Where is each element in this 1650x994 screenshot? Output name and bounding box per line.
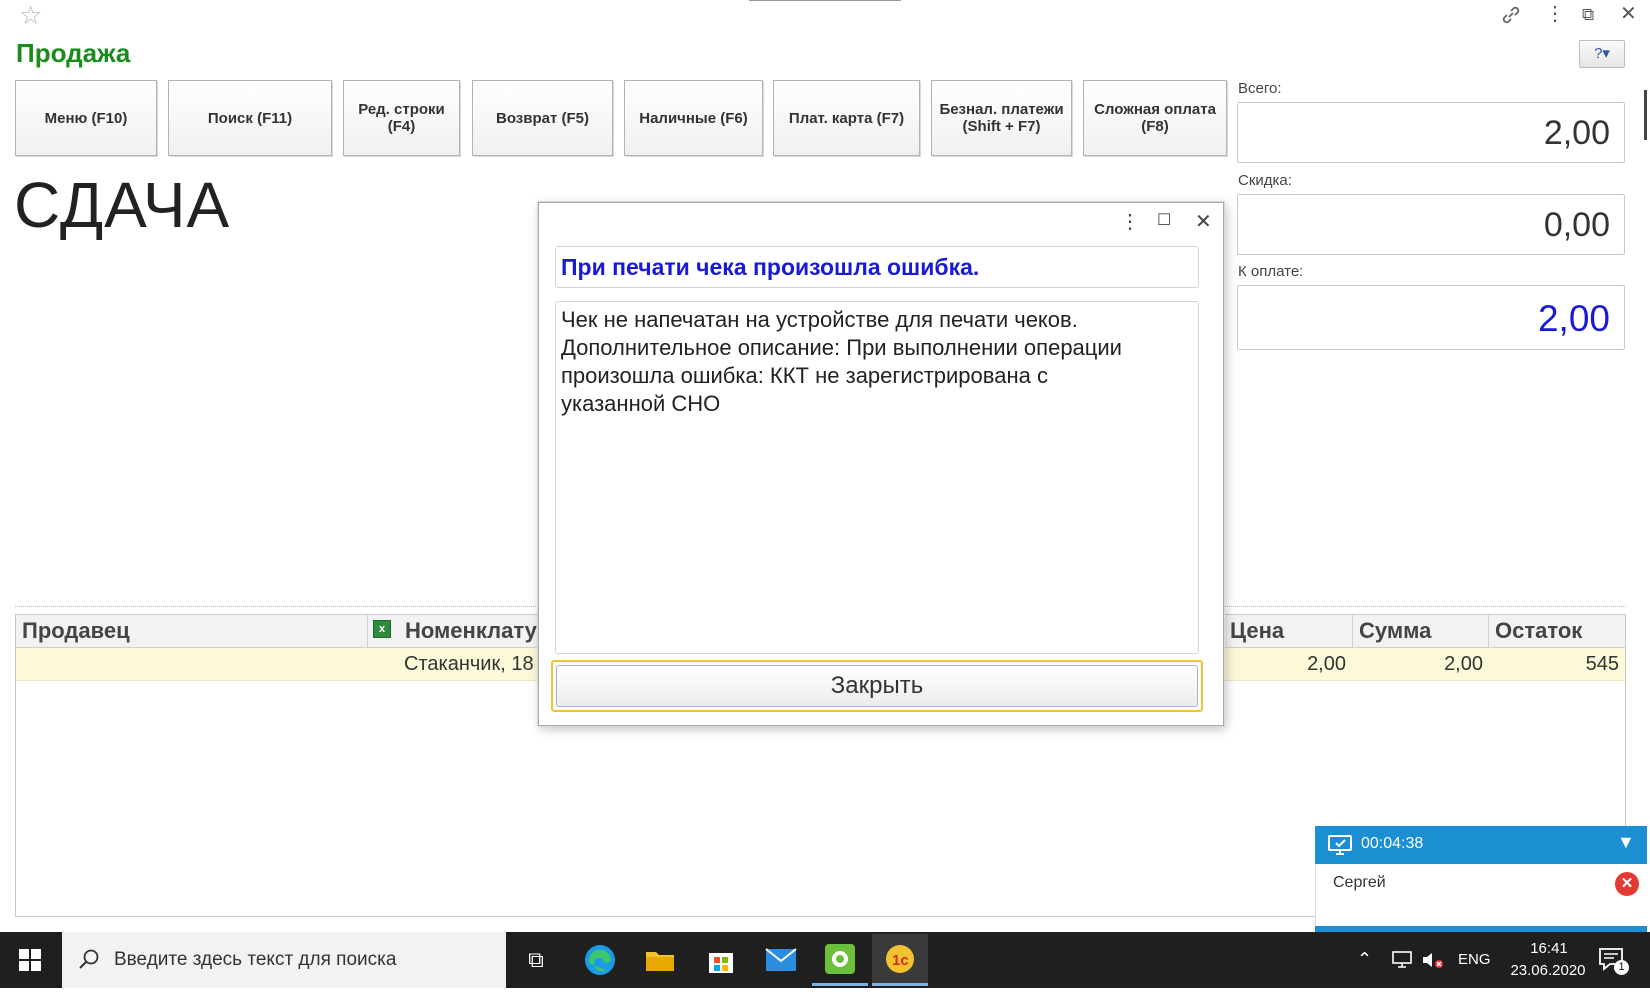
search-placeholder: Введите здесь текст для поиска xyxy=(114,949,397,970)
network-icon[interactable] xyxy=(1391,950,1413,975)
task-view-icon[interactable]: ⧉ xyxy=(508,934,564,986)
cell-stock: 545 xyxy=(1585,653,1619,675)
scroll-indicator xyxy=(1644,90,1647,140)
to-pay-field: 2,00 xyxy=(1237,285,1625,350)
language-indicator[interactable]: ENG xyxy=(1458,951,1491,968)
store-icon[interactable] xyxy=(693,934,749,986)
dialog-close-icon[interactable]: ✕ xyxy=(1195,212,1212,232)
card-payment-button[interactable]: Плат. карта (F7) xyxy=(773,80,920,156)
dialog-maximize-icon[interactable]: ☐ xyxy=(1157,213,1171,229)
edge-browser-icon[interactable] xyxy=(572,934,628,986)
change-label: СДАЧА xyxy=(14,169,231,241)
clock-date[interactable]: 23.06.2020 xyxy=(1503,962,1593,979)
monitor-icon xyxy=(1327,834,1355,861)
dialog-message: Чек не напечатан на устройстве для печат… xyxy=(555,301,1199,654)
dialog-more-icon[interactable]: ⋮ xyxy=(1120,212,1140,232)
help-button[interactable]: ?▾ xyxy=(1579,40,1625,68)
session-timer: 00:04:38 xyxy=(1361,835,1424,852)
discount-label: Скидка: xyxy=(1238,172,1292,189)
total-field: 2,00 xyxy=(1237,102,1625,163)
cell-sum: 2,00 xyxy=(1444,653,1483,675)
favorite-star-icon[interactable]: ☆ xyxy=(19,2,42,28)
1c-app-icon[interactable]: 1c xyxy=(872,934,928,986)
spreadsheet-icon: x xyxy=(373,620,391,638)
remote-session-header[interactable]: 00:04:38 ▼ xyxy=(1315,826,1647,864)
restore-window-icon[interactable]: ⧉ xyxy=(1582,6,1594,23)
top-divider xyxy=(749,0,901,1)
tray-expand-icon[interactable]: ⌃ xyxy=(1357,949,1372,970)
search-button[interactable]: Поиск (F11) xyxy=(168,80,332,156)
session-user: Сергей xyxy=(1333,874,1386,891)
mail-icon[interactable] xyxy=(753,934,809,986)
svg-text:1c: 1c xyxy=(892,952,909,969)
dialog-title: При печати чека произошла ошибка. xyxy=(555,246,1199,288)
cell-seller xyxy=(16,648,368,680)
remote-support-app-icon[interactable] xyxy=(812,934,868,986)
column-header-seller[interactable]: Продавец xyxy=(16,615,368,647)
disconnect-icon[interactable]: ✕ xyxy=(1615,872,1639,896)
cell-price: 2,00 xyxy=(1307,653,1346,675)
to-pay-label: К оплате: xyxy=(1238,263,1304,280)
discount-field: 0,00 xyxy=(1237,194,1625,255)
volume-muted-icon[interactable] xyxy=(1421,950,1445,975)
clock-time[interactable]: 16:41 xyxy=(1521,940,1577,957)
search-icon xyxy=(78,948,100,975)
more-menu-icon[interactable]: ⋮ xyxy=(1545,4,1565,24)
windows-start-icon[interactable] xyxy=(18,948,42,977)
cell-item: Стаканчик, 18 xyxy=(404,653,534,675)
noncash-payments-button[interactable]: Безнал. платежи (Shift + F7) xyxy=(931,80,1072,156)
page-title: Продажа xyxy=(16,38,131,68)
column-header-stock[interactable]: Остаток xyxy=(1489,615,1625,647)
collapse-icon[interactable]: ▼ xyxy=(1617,832,1635,853)
column-header-item[interactable]: Номенклату xyxy=(399,615,539,647)
column-header-sum[interactable]: Сумма xyxy=(1353,615,1489,647)
cash-button[interactable]: Наличные (F6) xyxy=(624,80,763,156)
column-header-price[interactable]: Цена xyxy=(1224,615,1353,647)
notification-badge: 1 xyxy=(1614,960,1629,975)
link-icon[interactable] xyxy=(1500,4,1522,30)
total-label: Всего: xyxy=(1238,80,1282,97)
complex-payment-button[interactable]: Сложная оплата (F8) xyxy=(1083,80,1227,156)
file-explorer-icon[interactable] xyxy=(632,934,688,986)
close-window-icon[interactable]: ✕ xyxy=(1620,4,1637,24)
close-button[interactable]: Закрыть xyxy=(556,665,1198,707)
return-button[interactable]: Возврат (F5) xyxy=(472,80,613,156)
edit-row-button[interactable]: Ред. строки (F4) xyxy=(343,80,460,156)
menu-button[interactable]: Меню (F10) xyxy=(15,80,157,156)
